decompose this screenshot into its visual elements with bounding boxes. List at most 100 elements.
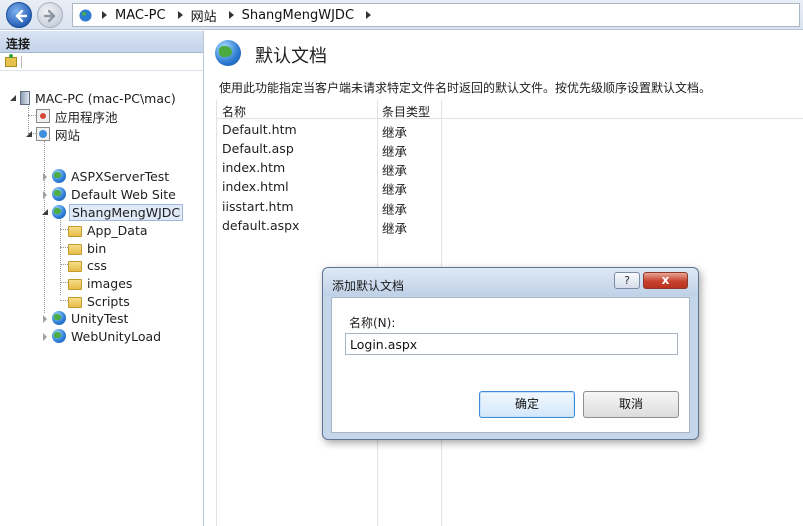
list-item[interactable]: iisstart.htm 继承 [217, 197, 803, 217]
tree-node-folder[interactable]: images [68, 274, 134, 292]
tree-line [60, 264, 68, 265]
globe-icon [52, 187, 66, 201]
forward-arrow-icon [43, 9, 56, 23]
folder-icon [68, 278, 82, 290]
back-arrow-icon [15, 9, 28, 23]
tree-node-label: Default Web Site [71, 186, 176, 202]
tree-node-site-selected[interactable]: ShangMengWJDC [41, 203, 184, 221]
expand-arrow-icon[interactable] [41, 190, 50, 199]
sites-icon [36, 127, 50, 141]
folder-icon [68, 296, 82, 308]
folder-icon [68, 260, 82, 272]
column-header-name[interactable]: 名称 [222, 103, 246, 120]
item-type: 继承 [382, 221, 408, 236]
server-icon [20, 91, 30, 105]
list-item[interactable]: default.aspx 继承 [217, 216, 803, 236]
globe-icon [52, 329, 66, 343]
tree-node-label: 网站 [55, 127, 81, 143]
dialog-title: 添加默认文档 [332, 279, 405, 293]
item-name: iisstart.htm [222, 199, 294, 214]
list-item[interactable]: Default.asp 继承 [217, 139, 803, 159]
folder-icon [68, 243, 82, 255]
tree-node-site[interactable]: ASPXServerTest [41, 167, 171, 185]
globe-icon [52, 311, 66, 325]
tree-node-sites[interactable]: 网站 [25, 125, 82, 143]
tree-node-folder[interactable]: bin [68, 239, 108, 257]
tree-node-site[interactable]: WebUnityLoad [41, 327, 163, 345]
collapse-arrow-icon[interactable] [41, 208, 50, 217]
tree-node-label: MAC-PC (mac-PC\mac) [35, 90, 176, 106]
chevron-right-icon[interactable] [366, 11, 372, 19]
expand-arrow-icon[interactable] [41, 172, 50, 181]
cancel-button[interactable]: 取消 [583, 391, 679, 418]
page-title: 默认文档 [255, 46, 327, 67]
add-default-document-dialog: 添加默认文档 ? x 名称(N): 确定 取消 [322, 267, 699, 440]
forward-button[interactable] [37, 2, 63, 28]
list-item[interactable]: index.htm 继承 [217, 158, 803, 178]
tree-node-label: css [87, 257, 107, 273]
expand-arrow-icon[interactable] [41, 332, 50, 341]
column-header-type[interactable]: 条目类型 [382, 103, 430, 120]
tree-node-label: WebUnityLoad [71, 328, 162, 344]
folder-icon [68, 225, 82, 237]
item-name: Default.asp [222, 141, 294, 156]
tree-node-app-pools[interactable]: 应用程序池 [36, 107, 120, 125]
tree-node-label: images [87, 275, 133, 291]
tree-line [60, 282, 68, 283]
tree-node-site[interactable]: Default Web Site [41, 185, 178, 203]
tree-node-label: 应用程序池 [55, 109, 118, 125]
globe-icon [52, 169, 66, 183]
list-header: 名称 条目类型 [217, 100, 803, 119]
tree-node-folder[interactable]: css [68, 256, 109, 274]
list-item[interactable]: Default.htm 继承 [217, 120, 803, 140]
connections-toolbar [0, 53, 203, 71]
expand-arrow-icon[interactable] [41, 314, 50, 323]
item-name: Default.htm [222, 122, 297, 137]
chevron-right-icon[interactable] [177, 11, 183, 19]
collapse-arrow-icon[interactable] [9, 94, 18, 103]
breadcrumb-item-site[interactable]: ShangMengWJDC [242, 8, 354, 23]
tree-line [60, 300, 68, 301]
tree-node-server[interactable]: MAC-PC (mac-PC\mac) [9, 89, 178, 107]
globe-icon [215, 40, 241, 66]
tree-node-folder[interactable]: App_Data [68, 221, 150, 239]
toolbar-divider [21, 55, 22, 68]
dialog-titlebar[interactable]: 添加默认文档 ? x [323, 268, 698, 296]
connections-title: 连接 [0, 31, 203, 53]
collapse-arrow-icon[interactable] [25, 130, 34, 139]
breadcrumb-item-server[interactable]: MAC-PC [115, 8, 166, 23]
globe-icon [79, 8, 92, 22]
breadcrumb[interactable]: MAC-PC 网站 ShangMengWJDC [72, 3, 800, 27]
item-type: 继承 [382, 182, 408, 197]
help-button[interactable]: ? [614, 272, 640, 289]
item-name: default.aspx [222, 218, 300, 233]
tree-node-label: Scripts [87, 293, 130, 309]
name-input[interactable] [345, 333, 678, 355]
connections-pane: 连接 MAC-PC (mac-PC\mac) 应用程序池 网站 ASPXServ… [0, 31, 204, 526]
item-name: index.html [222, 179, 289, 194]
back-button[interactable] [6, 2, 32, 28]
address-bar: MAC-PC 网站 ShangMengWJDC [0, 0, 803, 30]
list-item[interactable]: index.html 继承 [217, 177, 803, 197]
chevron-right-icon[interactable] [228, 11, 234, 19]
globe-icon [52, 205, 66, 219]
tree-node-label: ShangMengWJDC [69, 203, 184, 221]
app-pool-icon [36, 109, 50, 123]
tree-node-label: bin [87, 240, 107, 256]
breadcrumb-item-sites[interactable]: 网站 [191, 6, 217, 25]
tree-line [60, 247, 68, 248]
tree-node-label: App_Data [87, 222, 148, 238]
ok-button[interactable]: 确定 [479, 391, 575, 418]
chevron-right-icon[interactable] [102, 11, 107, 19]
page-description: 使用此功能指定当客户端未请求特定文件名时返回的默认文件。按优先级顺序设置默认文档… [219, 81, 712, 95]
create-connection-icon[interactable] [5, 53, 17, 67]
tree-node-folder[interactable]: Scripts [68, 292, 132, 310]
tree-node-label: ASPXServerTest [71, 168, 170, 184]
tree-node-label: UnityTest [71, 310, 129, 326]
close-button[interactable]: x [643, 272, 688, 289]
tree-node-site[interactable]: UnityTest [41, 309, 130, 327]
tree-line [60, 229, 68, 230]
item-name: index.htm [222, 160, 286, 175]
name-field-label: 名称(N): [349, 316, 396, 330]
tree-line [28, 115, 36, 116]
